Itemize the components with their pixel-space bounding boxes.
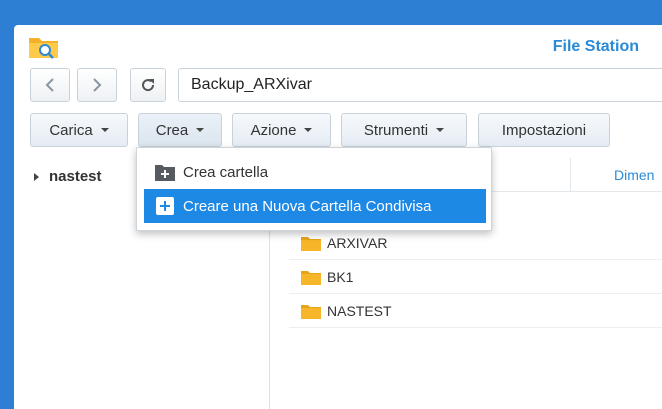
chevron-down-icon <box>196 128 205 132</box>
file-station-app-icon <box>29 38 58 59</box>
path-input[interactable]: Backup_ARXivar <box>178 68 662 102</box>
file-station-window: File Station Backup_ARXivar Carica Crea … <box>14 25 662 409</box>
chevron-left-icon <box>45 78 54 92</box>
upload-button[interactable]: Carica <box>30 113 128 147</box>
upload-label: Carica <box>49 121 93 139</box>
menu-item-label: Creare una Nuova Cartella Condivisa <box>183 197 432 215</box>
folder-icon <box>301 236 321 251</box>
file-name: BK1 <box>327 268 354 285</box>
folder-icon <box>301 304 321 319</box>
plus-icon <box>155 197 175 215</box>
action-button[interactable]: Azione <box>232 113 331 147</box>
file-row[interactable]: NASTEST <box>289 294 662 328</box>
chevron-right-icon <box>93 78 102 92</box>
create-label: Crea <box>155 121 189 139</box>
menu-item-create-folder[interactable]: Crea cartella <box>144 155 486 189</box>
column-header-size[interactable]: Dimen <box>614 167 654 183</box>
sidebar-item-label: nastest <box>49 168 102 185</box>
file-name: NASTEST <box>327 302 392 319</box>
settings-label: Impostazioni <box>501 121 587 139</box>
chevron-down-icon <box>100 128 109 132</box>
settings-button[interactable]: Impostazioni <box>478 113 610 147</box>
menu-item-create-shared-folder[interactable]: Creare una Nuova Cartella Condivisa <box>144 189 486 223</box>
tools-button[interactable]: Strumenti <box>341 113 467 147</box>
title-bar: File Station <box>14 25 662 67</box>
refresh-button[interactable] <box>130 68 166 102</box>
file-row[interactable]: ARXIVAR <box>289 226 662 260</box>
back-button[interactable] <box>30 68 70 102</box>
folder-plus-icon <box>155 163 175 181</box>
create-button[interactable]: Crea <box>138 113 222 147</box>
file-row[interactable]: BK1 <box>289 260 662 294</box>
refresh-icon <box>142 79 155 92</box>
forward-button[interactable] <box>77 68 117 102</box>
tools-label: Strumenti <box>363 121 429 139</box>
folder-icon <box>301 270 321 285</box>
column-divider <box>570 158 571 192</box>
file-name: ARXIVAR <box>327 234 388 251</box>
app-title: File Station <box>552 38 639 55</box>
caret-right-icon[interactable] <box>34 172 39 181</box>
create-dropdown-menu: Crea cartella Creare una Nuova Cartella … <box>136 147 492 231</box>
action-label: Azione <box>250 121 297 139</box>
chevron-down-icon <box>436 128 445 132</box>
sidebar-item-nastest[interactable]: nastest <box>34 168 102 185</box>
chevron-down-icon <box>304 128 313 132</box>
menu-item-label: Crea cartella <box>183 163 269 181</box>
